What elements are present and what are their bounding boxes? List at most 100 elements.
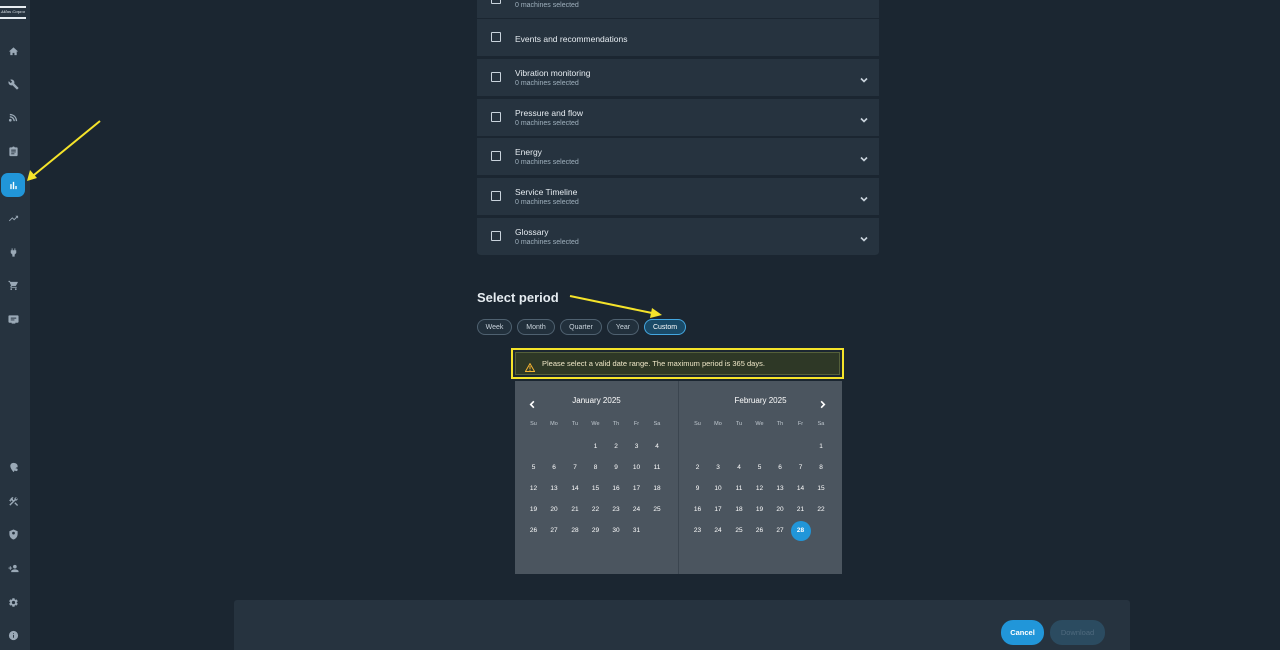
section-checkbox[interactable] bbox=[491, 191, 501, 201]
section-checkbox[interactable] bbox=[491, 231, 501, 241]
calendar-day[interactable]: 10 bbox=[708, 479, 728, 499]
calendar-day[interactable]: 10 bbox=[627, 458, 647, 478]
calendar-day[interactable]: 2 bbox=[688, 458, 708, 478]
calendar-day[interactable]: 27 bbox=[544, 521, 564, 541]
next-month-button[interactable] bbox=[818, 396, 828, 409]
period-chip-week[interactable]: Week bbox=[477, 319, 512, 335]
calendar-day[interactable]: 14 bbox=[565, 479, 585, 499]
gear-icon[interactable] bbox=[4, 593, 22, 611]
calendar-day[interactable]: 26 bbox=[750, 521, 770, 541]
chevron-down-icon[interactable] bbox=[859, 151, 869, 162]
calendar-day[interactable]: 11 bbox=[647, 458, 667, 478]
calendar-day[interactable]: 2 bbox=[606, 437, 626, 457]
calendar-day[interactable]: 26 bbox=[524, 521, 544, 541]
calendar-day[interactable]: 13 bbox=[770, 479, 790, 499]
period-chip-custom[interactable]: Custom bbox=[644, 319, 686, 335]
calendar-day[interactable]: 31 bbox=[627, 521, 647, 541]
calendar-day[interactable]: 24 bbox=[627, 500, 647, 520]
calendar-day[interactable]: 17 bbox=[708, 500, 728, 520]
wrench-icon[interactable] bbox=[4, 75, 22, 93]
period-chip-year[interactable]: Year bbox=[607, 319, 639, 335]
add-user-icon[interactable] bbox=[4, 559, 22, 577]
section-row-glossary[interactable]: Glossary 0 machines selected bbox=[477, 218, 879, 256]
clipboard-icon[interactable] bbox=[4, 142, 22, 160]
chevron-down-icon[interactable] bbox=[859, 231, 869, 242]
section-checkbox[interactable] bbox=[491, 151, 501, 161]
info-icon[interactable] bbox=[4, 626, 22, 644]
chevron-down-icon[interactable] bbox=[859, 72, 869, 83]
calendar-day[interactable]: 5 bbox=[524, 458, 544, 478]
calendar-day[interactable]: 14 bbox=[791, 479, 811, 499]
bar-chart-icon[interactable] bbox=[1, 173, 25, 197]
section-row-events[interactable]: Events and recommendations bbox=[477, 19, 879, 57]
calendar-day[interactable]: 25 bbox=[729, 521, 749, 541]
calendar-day[interactable]: 18 bbox=[647, 479, 667, 499]
section-checkbox[interactable] bbox=[491, 0, 501, 4]
section-row[interactable]: 0 machines selected bbox=[477, 0, 879, 19]
calendar-day[interactable]: 19 bbox=[524, 500, 544, 520]
calendar-day[interactable]: 23 bbox=[688, 521, 708, 541]
calendar-day[interactable]: 13 bbox=[544, 479, 564, 499]
shield-icon[interactable] bbox=[4, 525, 22, 543]
calendar-day[interactable]: 18 bbox=[729, 500, 749, 520]
calendar-day[interactable]: 6 bbox=[544, 458, 564, 478]
calendar-day[interactable]: 3 bbox=[708, 458, 728, 478]
trending-up-icon[interactable] bbox=[4, 209, 22, 227]
calendar-day[interactable]: 5 bbox=[750, 458, 770, 478]
calendar-day[interactable]: 4 bbox=[647, 437, 667, 457]
calendar-day[interactable]: 23 bbox=[606, 500, 626, 520]
calendar-day[interactable]: 6 bbox=[770, 458, 790, 478]
calendar-day[interactable]: 7 bbox=[565, 458, 585, 478]
period-chip-month[interactable]: Month bbox=[517, 319, 555, 335]
section-row-vibration[interactable]: Vibration monitoring 0 machines selected bbox=[477, 59, 879, 97]
section-row-service-timeline[interactable]: Service Timeline 0 machines selected bbox=[477, 178, 879, 216]
calendar-day[interactable]: 7 bbox=[791, 458, 811, 478]
calendar-day[interactable]: 1 bbox=[811, 437, 831, 457]
period-chip-quarter[interactable]: Quarter bbox=[560, 319, 602, 335]
section-checkbox[interactable] bbox=[491, 72, 501, 82]
satellite-dish-icon[interactable] bbox=[4, 108, 22, 126]
calendar-day[interactable]: 28 bbox=[565, 521, 585, 541]
calendar-day[interactable]: 27 bbox=[770, 521, 790, 541]
calendar-day[interactable]: 9 bbox=[606, 458, 626, 478]
calendar-day[interactable]: 20 bbox=[770, 500, 790, 520]
calendar-day[interactable]: 8 bbox=[811, 458, 831, 478]
calendar-day[interactable]: 22 bbox=[586, 500, 606, 520]
cancel-button[interactable]: Cancel bbox=[1001, 620, 1044, 645]
plug-icon[interactable] bbox=[4, 243, 22, 261]
calendar-day[interactable]: 20 bbox=[544, 500, 564, 520]
section-row-pressure[interactable]: Pressure and flow 0 machines selected bbox=[477, 99, 879, 137]
cart-icon[interactable] bbox=[4, 276, 22, 294]
calendar-day[interactable]: 16 bbox=[688, 500, 708, 520]
calendar-day[interactable]: 29 bbox=[586, 521, 606, 541]
chevron-down-icon[interactable] bbox=[859, 191, 869, 202]
calendar-day[interactable]: 21 bbox=[565, 500, 585, 520]
section-checkbox[interactable] bbox=[491, 112, 501, 122]
monitor-message-icon[interactable] bbox=[4, 310, 22, 328]
calendar-day[interactable]: 4 bbox=[729, 458, 749, 478]
section-checkbox[interactable] bbox=[491, 32, 501, 42]
calendar-day-selected[interactable]: 28 bbox=[790, 521, 811, 542]
calendar-day[interactable]: 19 bbox=[750, 500, 770, 520]
calendar-day[interactable]: 25 bbox=[647, 500, 667, 520]
calendar-day[interactable]: 3 bbox=[627, 437, 647, 457]
calendar-day[interactable]: 15 bbox=[811, 479, 831, 499]
calendar-day[interactable]: 8 bbox=[586, 458, 606, 478]
calendar-day[interactable]: 11 bbox=[729, 479, 749, 499]
download-button[interactable]: Download bbox=[1050, 620, 1105, 645]
home-icon[interactable] bbox=[4, 42, 22, 60]
calendar-day[interactable]: 22 bbox=[811, 500, 831, 520]
calendar-day[interactable]: 21 bbox=[791, 500, 811, 520]
section-row-energy[interactable]: Energy 0 machines selected bbox=[477, 138, 879, 176]
calendar-day[interactable]: 12 bbox=[524, 479, 544, 499]
site-settings-icon[interactable] bbox=[4, 458, 22, 476]
calendar-day[interactable]: 15 bbox=[586, 479, 606, 499]
chevron-down-icon[interactable] bbox=[859, 112, 869, 123]
tools-icon[interactable] bbox=[4, 492, 22, 510]
calendar-day[interactable]: 17 bbox=[627, 479, 647, 499]
calendar-day[interactable]: 12 bbox=[750, 479, 770, 499]
calendar-day[interactable]: 30 bbox=[606, 521, 626, 541]
calendar-day[interactable]: 9 bbox=[688, 479, 708, 499]
calendar-day[interactable]: 1 bbox=[586, 437, 606, 457]
calendar-day[interactable]: 16 bbox=[606, 479, 626, 499]
